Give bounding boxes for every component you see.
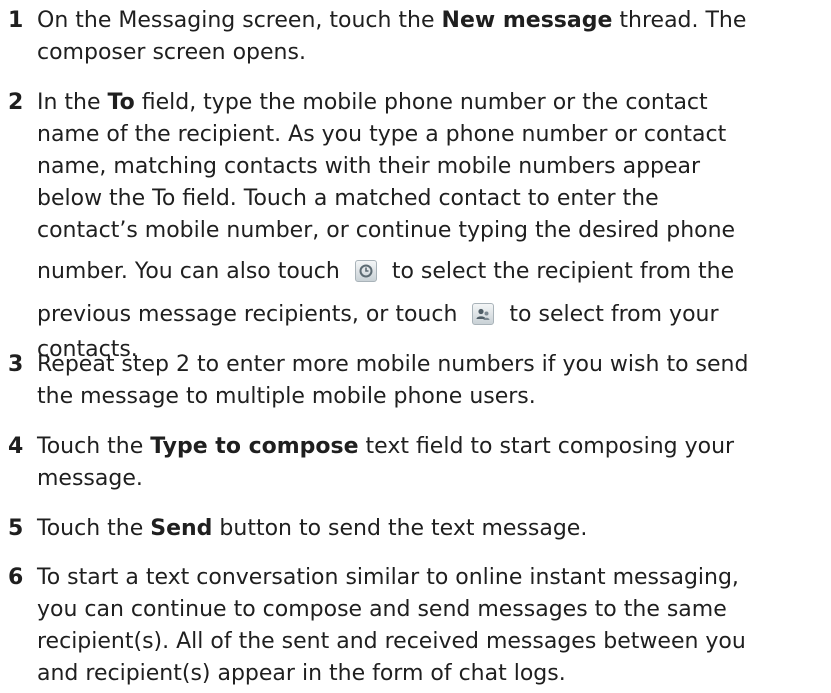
step-number: 3	[8, 352, 24, 377]
step-text-line: the message to multiple mobile phone use…	[37, 384, 536, 409]
step-text-line: Touch the Send button to send the text m…	[37, 516, 588, 541]
step-text-line: Repeat step 2 to enter more mobile numbe…	[37, 352, 749, 377]
step-text-line: previous message recipients, or touch to…	[37, 302, 719, 327]
step-text-line: On the Messaging screen, touch the New m…	[37, 8, 747, 33]
step-text-line: contact’s mobile number, or continue typ…	[37, 218, 736, 243]
step-text-line: name of the recipient. As you type a pho…	[37, 122, 727, 147]
step-number: 4	[8, 434, 24, 459]
step-text-line: below the To field. Touch a matched cont…	[37, 186, 659, 211]
step-text-line: you can continue to compose and send mes…	[37, 597, 727, 622]
recent-recipients-icon[interactable]	[354, 260, 377, 282]
step-text-line: recipient(s). All of the sent and receiv…	[37, 629, 746, 654]
step-number: 5	[8, 516, 24, 541]
step-number: 2	[8, 90, 24, 115]
step-text-line: composer screen opens.	[37, 40, 306, 65]
step-text-line: In the To field, type the mobile phone n…	[37, 90, 708, 115]
step-text-line: message.	[37, 466, 143, 491]
step-text-line: Touch the Type to compose text field to …	[37, 434, 735, 459]
step-text-line: name, matching contacts with their mobil…	[37, 154, 701, 179]
step-number: 1	[8, 8, 24, 33]
step-text-line: To start a text conversation similar to …	[37, 565, 739, 590]
instruction-document: 1 On the Messaging screen, touch the New…	[0, 0, 831, 693]
step-text-line: and recipient(s) appear in the form of c…	[37, 661, 566, 686]
contacts-icon[interactable]	[472, 303, 495, 325]
step-number: 6	[8, 565, 24, 590]
step-text-line: number. You can also touch to select the…	[37, 259, 735, 284]
